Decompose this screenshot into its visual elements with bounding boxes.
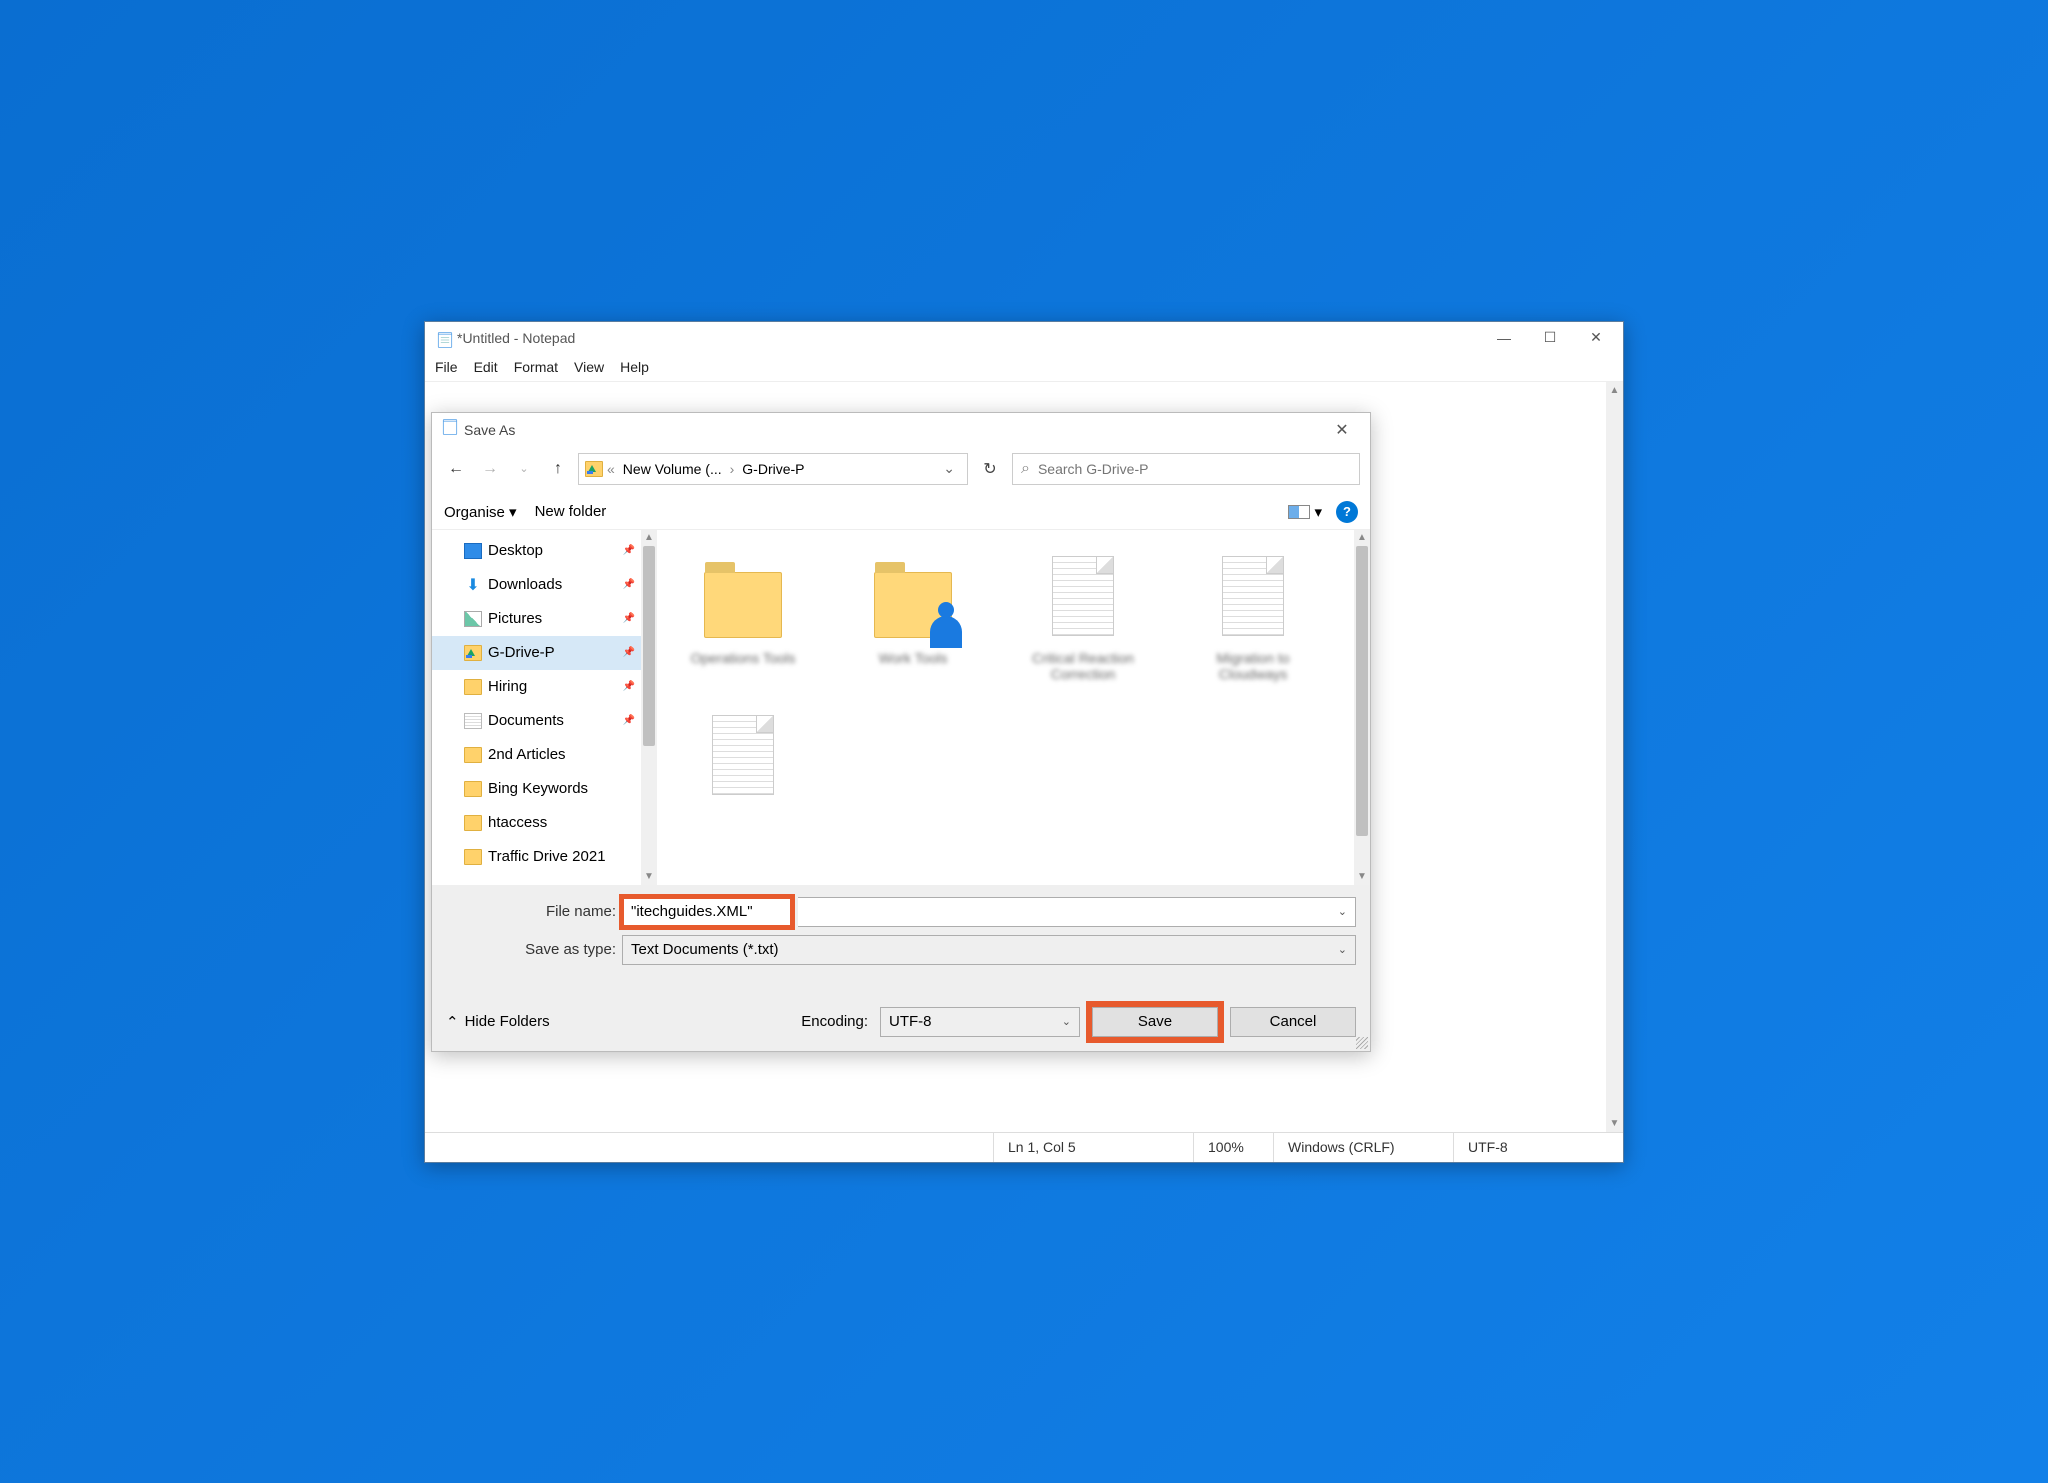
pin-icon: 📌 (623, 681, 635, 692)
folder-item[interactable]: Work Tools (837, 538, 989, 692)
window-title: *Untitled - Notepad (457, 330, 1481, 346)
tree-item-2nd-articles[interactable]: 2nd Articles (432, 738, 657, 772)
folder-icon (464, 849, 482, 865)
address-breadcrumb[interactable]: « New Volume (... › G-Drive-P ⌄ (578, 453, 968, 485)
pictures-icon (464, 611, 482, 627)
maximize-button[interactable]: ☐ (1527, 322, 1573, 354)
file-list[interactable]: Operations Tools Work Tools Critical Rea… (657, 530, 1370, 885)
gdrive-icon (585, 461, 603, 477)
tree-item-desktop[interactable]: Desktop📌 (432, 534, 657, 568)
dialog-close-button[interactable]: ✕ (1322, 420, 1362, 440)
filename-input[interactable]: "itechguides.XML" (622, 897, 792, 927)
tree-item-pictures[interactable]: Pictures📌 (432, 602, 657, 636)
savetype-label: Save as type: (446, 941, 616, 958)
menu-bar: File Edit Format View Help (425, 354, 1623, 382)
pin-icon: 📌 (623, 647, 635, 658)
tree-item-bing-keywords[interactable]: Bing Keywords (432, 772, 657, 806)
menu-help[interactable]: Help (620, 359, 649, 375)
breadcrumb-dropdown[interactable]: ⌄ (937, 460, 961, 477)
search-icon: ⌕ (1021, 460, 1030, 478)
tree-item-gdrivep[interactable]: G-Drive-P📌 (432, 636, 657, 670)
documents-icon (464, 713, 482, 729)
minimize-button[interactable]: — (1481, 322, 1527, 354)
notepad-icon (435, 330, 451, 346)
up-button[interactable]: ↑ (544, 455, 572, 483)
status-bar: Ln 1, Col 5 100% Windows (CRLF) UTF-8 (425, 1132, 1623, 1162)
help-button[interactable]: ? (1336, 501, 1358, 523)
folder-icon (464, 747, 482, 763)
menu-view[interactable]: View (574, 359, 604, 375)
file-scrollbar[interactable]: ▲▼ (1354, 530, 1370, 885)
desktop-icon (464, 543, 482, 559)
menu-file[interactable]: File (435, 359, 458, 375)
recent-dropdown[interactable]: ⌄ (510, 455, 538, 483)
dialog-title: Save As (464, 422, 1322, 438)
new-folder-button[interactable]: New folder (535, 503, 607, 520)
search-box[interactable]: ⌕ (1012, 453, 1360, 485)
breadcrumb-seg-folder[interactable]: G-Drive-P (738, 461, 808, 477)
folder-item[interactable]: Operations Tools (667, 538, 819, 692)
status-zoom: 100% (1193, 1133, 1273, 1162)
view-mode-button[interactable]: ▾ (1288, 503, 1322, 521)
person-icon (930, 616, 962, 648)
notepad-window: *Untitled - Notepad — ☐ ✕ File Edit Form… (424, 321, 1624, 1163)
status-encoding: UTF-8 (1453, 1133, 1623, 1162)
encoding-label: Encoding: (801, 1013, 868, 1030)
file-item[interactable] (667, 697, 819, 817)
chevron-up-icon: ⌃ (446, 1013, 459, 1031)
organise-menu[interactable]: Organise ▾ (444, 503, 517, 521)
file-item[interactable]: Migration to Cloudways (1177, 538, 1329, 692)
cancel-button[interactable]: Cancel (1230, 1007, 1356, 1037)
dialog-icon (440, 417, 460, 442)
breadcrumb-seg-volume[interactable]: New Volume (... (619, 461, 726, 477)
folder-icon (464, 679, 482, 695)
pin-icon: 📌 (623, 545, 635, 556)
menu-format[interactable]: Format (514, 359, 558, 375)
navigation-tree: Desktop📌 ⬇Downloads📌 Pictures📌 G-Drive-P… (432, 530, 657, 885)
chevron-icon: « (605, 461, 617, 477)
folder-icon (464, 781, 482, 797)
gdrive-icon (464, 645, 482, 661)
pin-icon: 📌 (623, 579, 635, 590)
download-icon: ⬇ (464, 577, 482, 593)
save-as-dialog: Save As ✕ ← → ⌄ ↑ « New Volume (... › G-… (431, 412, 1371, 1052)
editor-scrollbar[interactable]: ▲ ▼ (1606, 382, 1623, 1132)
tree-item-traffic-drive[interactable]: Traffic Drive 2021 (432, 840, 657, 874)
file-item[interactable]: Critical Reaction Correction (1007, 538, 1159, 692)
filename-label: File name: (446, 903, 616, 920)
folder-icon (464, 815, 482, 831)
encoding-select[interactable]: UTF-8 ⌄ (880, 1007, 1080, 1037)
resize-grip[interactable] (1356, 1037, 1368, 1049)
hide-folders-button[interactable]: ⌃ Hide Folders (446, 1013, 550, 1031)
forward-button[interactable]: → (476, 455, 504, 483)
tree-item-htaccess[interactable]: htaccess (432, 806, 657, 840)
status-position: Ln 1, Col 5 (993, 1133, 1193, 1162)
pin-icon: 📌 (623, 715, 635, 726)
close-button[interactable]: ✕ (1573, 322, 1619, 354)
save-button[interactable]: Save (1092, 1007, 1218, 1037)
menu-edit[interactable]: Edit (474, 359, 498, 375)
back-button[interactable]: ← (442, 455, 470, 483)
refresh-button[interactable]: ↻ (974, 453, 1006, 485)
tree-scrollbar[interactable]: ▲▼ (641, 530, 657, 885)
pin-icon: 📌 (623, 613, 635, 624)
tree-item-downloads[interactable]: ⬇Downloads📌 (432, 568, 657, 602)
tree-item-hiring[interactable]: Hiring📌 (432, 670, 657, 704)
text-editor[interactable]: ▲ ▼ Save As ✕ ← → ⌄ ↑ « New Volu (425, 382, 1623, 1132)
tree-item-documents[interactable]: Documents📌 (432, 704, 657, 738)
chevron-icon: › (728, 461, 737, 477)
filename-dropdown[interactable]: ⌄ (798, 897, 1356, 927)
status-line-ending: Windows (CRLF) (1273, 1133, 1453, 1162)
title-bar: *Untitled - Notepad — ☐ ✕ (425, 322, 1623, 354)
savetype-select[interactable]: Text Documents (*.txt) ⌄ (622, 935, 1356, 965)
thumbnail-view-icon (1288, 505, 1310, 519)
search-input[interactable] (1038, 461, 1351, 477)
